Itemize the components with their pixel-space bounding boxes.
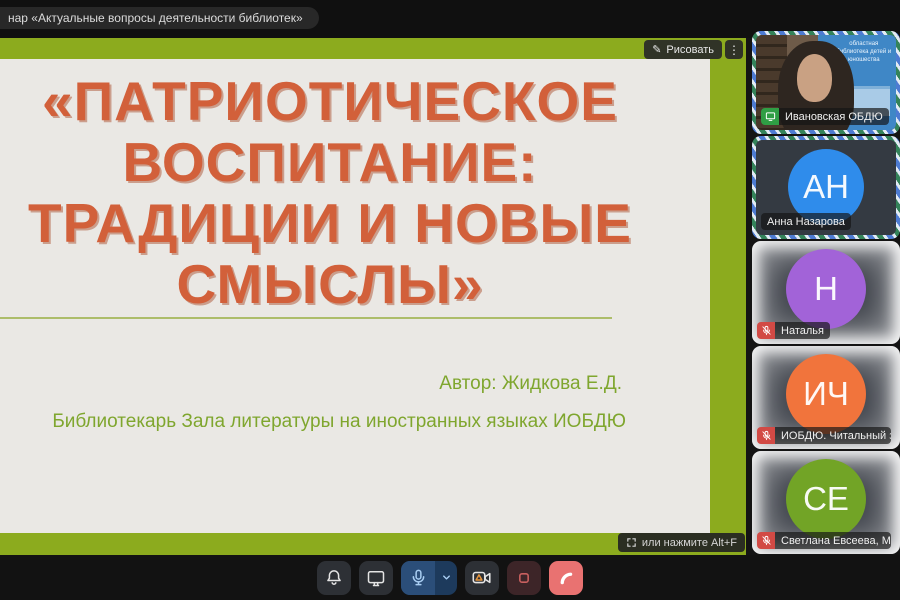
camera-warning-icon	[471, 567, 493, 589]
stop-square-icon	[514, 568, 534, 588]
participant-name: Наталья	[775, 322, 830, 339]
slide-title-line: ТРАДИЦИИ И НОВЫЕ	[0, 193, 675, 254]
camera-button[interactable]	[465, 561, 499, 595]
slide-title-line: «ПАТРИОТИЧЕСКОЕ	[0, 71, 675, 132]
participant-name: Светлана Евсеева, Ма...	[775, 532, 891, 549]
person-face	[797, 54, 832, 102]
end-call-button[interactable]	[549, 561, 583, 595]
participant-tile[interactable]: СЕ Светлана Евсеева, Ма...	[752, 451, 900, 554]
avatar: СЕ	[786, 459, 866, 539]
call-toolbar	[0, 555, 900, 600]
participant-name: Анна Назарова	[761, 213, 851, 230]
kebab-icon: ⋮	[728, 43, 740, 57]
participant-name-tag: Анна Назарова	[761, 213, 851, 230]
mic-muted-icon	[757, 322, 775, 339]
presentation-slide: «ПАТРИОТИЧЕСКОЕ ВОСПИТАНИЕ: ТРАДИЦИИ И Н…	[0, 59, 710, 533]
fullscreen-hint-badge[interactable]: или нажмите Alt+F	[618, 533, 745, 552]
participant-name: ИОБДЮ. Читальный з...	[775, 427, 891, 444]
avatar-initials: АН	[803, 168, 849, 206]
participant-name-tag: Наталья	[757, 322, 830, 339]
phone-hangup-icon	[556, 568, 576, 588]
screen-share-indicator-icon	[761, 108, 779, 125]
slide-title: «ПАТРИОТИЧЕСКОЕ ВОСПИТАНИЕ: ТРАДИЦИИ И Н…	[0, 71, 675, 315]
slide-author: Автор: Жидкова Е.Д.	[0, 373, 622, 395]
mic-muted-icon	[757, 532, 775, 549]
participant-tile-video[interactable]: областная библиотека детей и юношества И…	[752, 31, 900, 134]
slide-title-line: ВОСПИТАНИЕ:	[0, 132, 675, 193]
participant-tile[interactable]: АН Анна Назарова	[752, 136, 900, 239]
raise-hand-button[interactable]	[317, 561, 351, 595]
slide-title-line: СМЫСЛЫ»	[0, 254, 675, 315]
participant-name-tag: Ивановская ОБДЮ	[761, 108, 889, 125]
participant-tile[interactable]: Н Наталья	[752, 241, 900, 344]
avatar-initials: СЕ	[803, 480, 849, 518]
participant-name-tag: Светлана Евсеева, Ма...	[757, 532, 891, 549]
fullscreen-icon	[626, 537, 637, 548]
fullscreen-hint-label: или нажмите Alt+F	[642, 537, 737, 549]
monitor-icon	[366, 568, 386, 588]
slide-divider-line	[0, 317, 612, 319]
mic-muted-icon	[757, 427, 775, 444]
draw-button[interactable]: ✎ Рисовать	[644, 40, 722, 59]
screen-share-button[interactable]	[359, 561, 393, 595]
avatar-initials: Н	[814, 270, 838, 308]
screen-share-area: «ПАТРИОТИЧЕСКОЕ ВОСПИТАНИЕ: ТРАДИЦИИ И Н…	[0, 38, 746, 555]
microphone-button[interactable]	[401, 561, 457, 595]
more-options-button[interactable]: ⋮	[725, 40, 743, 59]
stop-share-button[interactable]	[507, 561, 541, 595]
participant-tile[interactable]: ИЧ ИОБДЮ. Читальный з...	[752, 346, 900, 449]
participant-name: Ивановская ОБДЮ	[779, 108, 889, 125]
participants-sidebar: областная библиотека детей и юношества И…	[752, 31, 900, 556]
bell-icon	[324, 568, 344, 588]
participant-name-tag: ИОБДЮ. Читальный з...	[757, 427, 891, 444]
avatar: Н	[786, 249, 866, 329]
avatar: ИЧ	[786, 354, 866, 434]
avatar-initials: ИЧ	[803, 375, 849, 413]
microphone-icon[interactable]	[401, 561, 435, 595]
draw-button-label: Рисовать	[666, 44, 714, 56]
slide-subtitle: Библиотекарь Зала литературы на иностран…	[0, 411, 626, 433]
pencil-icon: ✎	[652, 43, 661, 56]
microphone-options-chevron-icon[interactable]	[435, 561, 457, 595]
meeting-title-tab[interactable]: нар «Актуальные вопросы деятельности биб…	[0, 7, 319, 29]
